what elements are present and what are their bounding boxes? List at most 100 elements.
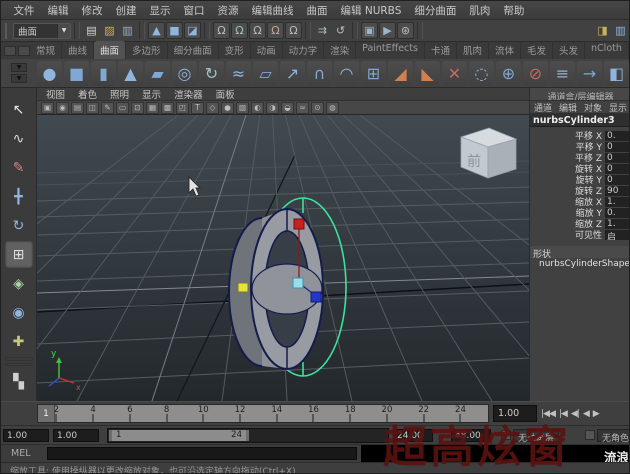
bevel-icon[interactable]: ◢ (388, 61, 413, 86)
range-slider-bar[interactable]: 1 24 (109, 430, 249, 441)
play-backwards-button[interactable]: ◀ (583, 409, 589, 419)
extend-surface-icon[interactable]: → (577, 61, 602, 86)
textured-icon[interactable]: ▧ (236, 102, 249, 114)
menu-item[interactable]: 肌肉 (463, 3, 497, 18)
new-scene-icon[interactable]: ▤ (83, 22, 100, 39)
loft-icon[interactable]: ≈ (226, 61, 251, 86)
menu-item[interactable]: 资源 (211, 3, 245, 18)
attribute-value-field[interactable]: 90 (605, 186, 630, 196)
animation-start-field[interactable]: 1.00 (3, 429, 49, 442)
attribute-value-field[interactable]: 0 (605, 142, 630, 152)
panel-menu-item[interactable]: 视图 (46, 87, 65, 101)
attribute-value-field[interactable]: 0 (605, 153, 630, 163)
scale-y-handle[interactable] (294, 219, 304, 229)
gate-mask-icon[interactable]: ▦ (146, 102, 159, 114)
animation-end-field[interactable]: 48.00 (451, 429, 491, 442)
shelf-tab[interactable]: nCloth (585, 41, 629, 59)
open-scene-icon[interactable]: ▨ (101, 22, 118, 39)
shape-node-name[interactable]: nurbsCylinderShape3 (530, 258, 630, 270)
channel-box-toggle-icon[interactable]: ▥ (612, 22, 629, 39)
menu-item[interactable]: 细分曲面 (408, 3, 463, 18)
shelf-tab[interactable]: 变形 (219, 41, 251, 59)
shelf-tab[interactable]: 肌肉 (457, 41, 489, 59)
playback-start-field[interactable]: 1.00 (53, 429, 99, 442)
trim-icon[interactable]: ✕ (442, 61, 467, 86)
anim-layer-menu[interactable]: 无动画层 (513, 429, 559, 442)
sidebar-toggle-icon[interactable]: ◨ (594, 22, 611, 39)
snap-grid-icon[interactable]: Ω (213, 22, 230, 39)
rotate-tool[interactable]: ↻ (5, 212, 33, 239)
select-tool[interactable]: ↖ (5, 96, 33, 123)
show-manipulator-tool[interactable]: ✚ (5, 328, 33, 355)
panel-menu-item[interactable]: 渲染器 (174, 87, 203, 101)
boundary-icon[interactable]: ◠ (334, 61, 359, 86)
mel-output-field[interactable]: 流浪 (361, 445, 630, 463)
attribute-value-field[interactable]: 0 (605, 164, 630, 174)
channel-box-menu-item[interactable]: 对象 (584, 101, 602, 114)
divider[interactable] (74, 22, 80, 39)
planar-icon[interactable]: ▱ (253, 61, 278, 86)
birail-icon[interactable]: ∩ (307, 61, 332, 86)
shelf-tab[interactable]: 动画 (251, 41, 283, 59)
menu-item[interactable]: 编辑曲线 (245, 3, 300, 18)
wireframe-icon[interactable]: ◇ (206, 102, 219, 114)
shadows-icon[interactable]: ◑ (266, 102, 279, 114)
save-scene-icon[interactable]: ▥ (119, 22, 136, 39)
manipulator-input-handle[interactable] (238, 283, 248, 292)
shelf-tab[interactable]: 头发 (553, 41, 585, 59)
resolution-gate-icon[interactable]: ⊡ (131, 102, 144, 114)
mel-input-field[interactable] (47, 447, 357, 460)
menu-item[interactable]: 曲面 (300, 3, 334, 18)
shelf-tab[interactable]: 卡通 (425, 41, 457, 59)
attribute-value-field[interactable]: 0 (605, 175, 630, 185)
xray-icon[interactable]: ◍ (326, 102, 339, 114)
menu-collapse-handle[interactable] (5, 23, 10, 39)
attribute-value-field[interactable]: 0. (605, 208, 630, 218)
attribute-label[interactable]: 可见性 (530, 228, 605, 241)
lasso-select-tool[interactable]: ∿ (5, 125, 33, 152)
nurbs-sphere-icon[interactable]: ● (37, 61, 62, 86)
render-current-frame-icon[interactable]: ▣ (361, 22, 378, 39)
snap-curve-icon[interactable]: Ω (231, 22, 248, 39)
character-set-icon[interactable] (585, 430, 595, 440)
divider[interactable] (204, 22, 210, 39)
attach-surface-icon[interactable]: ⊕ (496, 61, 521, 86)
nurbs-cone-icon[interactable]: ▲ (118, 61, 143, 86)
menu-item[interactable]: 创建 (109, 3, 143, 18)
go-to-start-button[interactable]: |◀◀ (541, 409, 555, 419)
shaded-icon[interactable]: ● (221, 102, 234, 114)
field-chart-icon[interactable]: ▩ (161, 102, 174, 114)
select-object-icon[interactable]: ■ (166, 22, 183, 39)
lights-icon[interactable]: ◐ (251, 102, 264, 114)
view-cube[interactable]: 前 (461, 128, 516, 178)
range-slider-track[interactable]: 1 24 (107, 428, 389, 443)
divider[interactable] (305, 22, 311, 39)
menu-item[interactable]: 修改 (75, 3, 109, 18)
menu-item[interactable]: 文件 (7, 3, 41, 18)
select-hierarchy-icon[interactable]: ▲ (148, 22, 165, 39)
square-surface-icon[interactable]: ⊞ (361, 61, 386, 86)
paint-select-tool[interactable]: ✎ (5, 154, 33, 181)
channel-box-menu-item[interactable]: 通道 (534, 101, 552, 114)
panel-menu-item[interactable]: 显示 (142, 87, 161, 101)
ipr-render-icon[interactable]: ▶ (379, 22, 396, 39)
nurbs-cylinder-icon[interactable]: ▮ (91, 61, 116, 86)
channel-box-menu-item[interactable]: 编辑 (559, 101, 577, 114)
grease-pencil-icon[interactable]: ✎ (101, 102, 114, 114)
detach-surface-icon[interactable]: ⊘ (523, 61, 548, 86)
nurbs-torus-icon[interactable]: ◎ (172, 61, 197, 86)
extrude-icon[interactable]: ↗ (280, 61, 305, 86)
menu-item[interactable]: 编辑 (41, 3, 75, 18)
menu-set-dropdown[interactable]: 曲面 ▼ (13, 23, 71, 39)
panel-menu-item[interactable]: 面板 (216, 87, 235, 101)
divider[interactable] (417, 22, 423, 39)
motion-blur-icon[interactable]: ≈ (296, 102, 309, 114)
attribute-value-field[interactable]: 1. (605, 197, 630, 207)
current-time-field[interactable]: 1.00 (493, 405, 537, 422)
nurbs-cube-icon[interactable]: ■ (64, 61, 89, 86)
attribute-value-field[interactable]: 1. (605, 219, 630, 229)
shelf-tab[interactable]: 多边形 (126, 41, 168, 59)
viewport[interactable]: 前 y x (37, 115, 529, 401)
divider[interactable] (139, 22, 145, 39)
channel-box-menu-item[interactable]: 显示 (609, 101, 627, 114)
